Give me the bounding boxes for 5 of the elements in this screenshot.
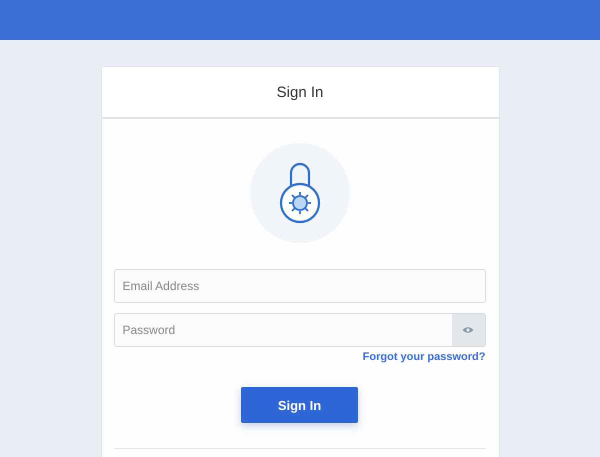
padlock-icon (278, 161, 320, 225)
email-field[interactable]: Email Address (114, 269, 486, 303)
card-title: Sign In (276, 84, 324, 100)
sign-in-button[interactable]: Sign In (241, 387, 358, 423)
forgot-password-link[interactable]: Forgot your password? (362, 351, 486, 363)
